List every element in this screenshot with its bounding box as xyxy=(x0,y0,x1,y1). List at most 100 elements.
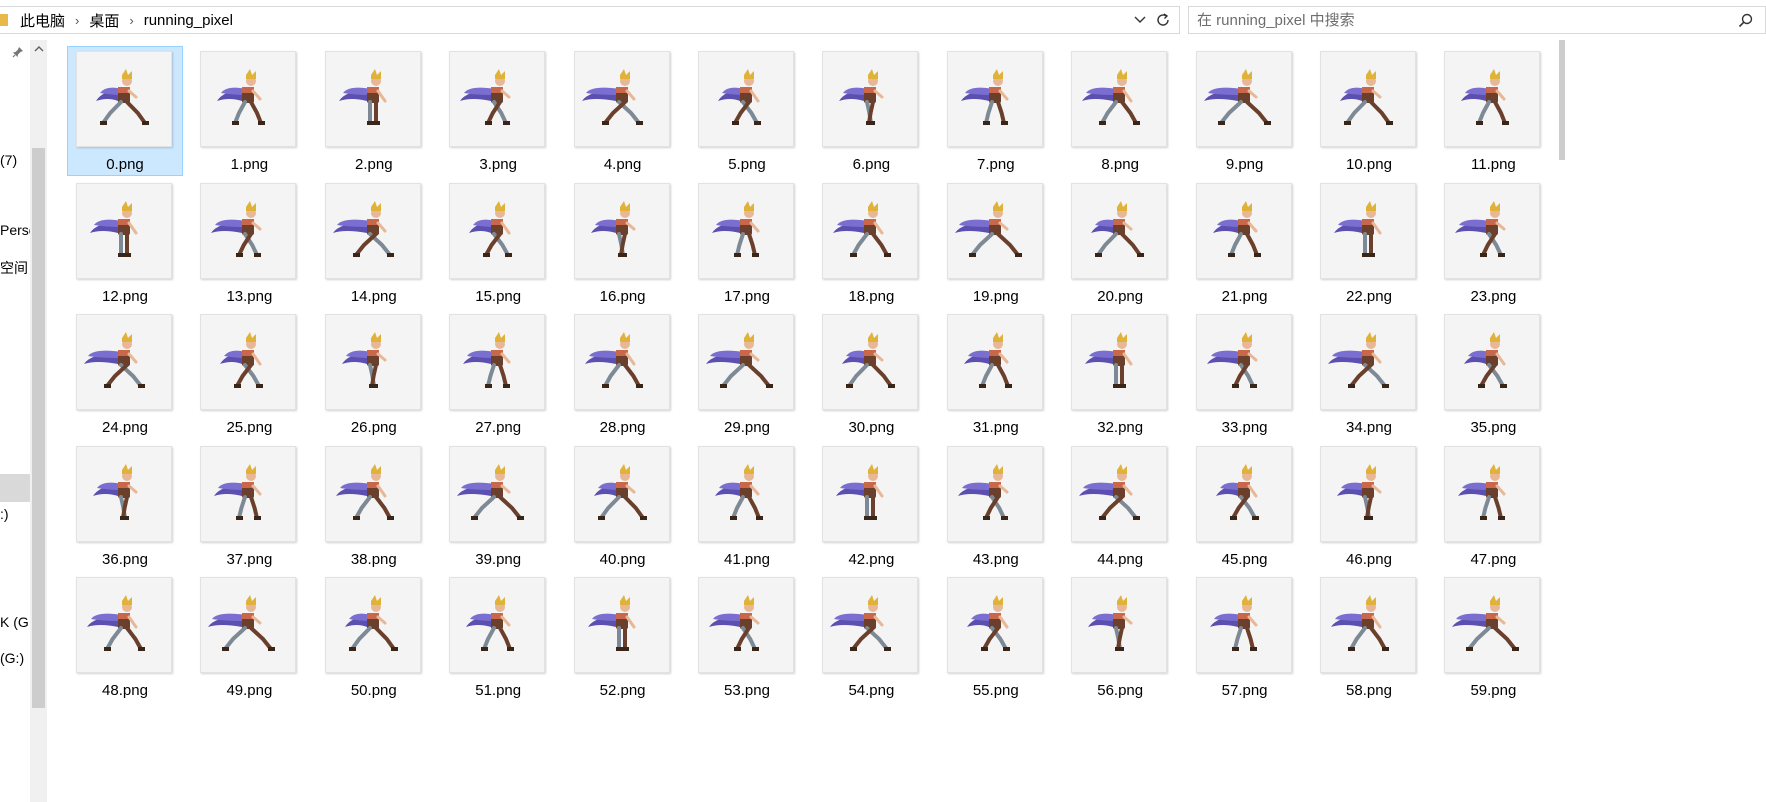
file-thumbnail[interactable] xyxy=(946,314,1043,410)
file-item[interactable]: 16.png xyxy=(565,178,681,308)
file-thumbnail[interactable] xyxy=(449,577,546,673)
nav-item[interactable]: K (G:) xyxy=(0,614,30,630)
file-thumbnail[interactable] xyxy=(324,182,421,279)
file-item[interactable]: 20.png xyxy=(1062,178,1178,308)
file-item[interactable]: 10.png xyxy=(1311,46,1427,176)
file-item[interactable]: 39.png xyxy=(440,441,556,571)
file-thumbnail[interactable] xyxy=(1320,51,1416,147)
file-item[interactable]: 7.png xyxy=(938,46,1054,176)
file-item[interactable]: 14.png xyxy=(316,178,432,308)
file-item[interactable]: 56.png xyxy=(1062,572,1178,702)
file-thumbnail[interactable] xyxy=(324,577,421,673)
file-item[interactable]: 12.png xyxy=(67,178,183,308)
nav-scroll-thumb[interactable] xyxy=(32,148,45,708)
file-item[interactable]: 44.png xyxy=(1062,441,1178,571)
file-item[interactable]: 29.png xyxy=(689,309,805,439)
nav-selected-item[interactable] xyxy=(0,474,30,502)
file-thumbnail[interactable] xyxy=(573,182,670,279)
file-thumbnail[interactable] xyxy=(449,51,546,147)
file-thumbnail[interactable] xyxy=(822,445,919,542)
file-thumbnail[interactable] xyxy=(200,445,297,542)
nav-item[interactable]: (G:) xyxy=(0,650,24,666)
file-thumbnail[interactable] xyxy=(1444,314,1541,410)
file-item[interactable]: 58.png xyxy=(1311,572,1427,702)
file-thumbnail[interactable] xyxy=(822,577,919,673)
file-thumbnail[interactable] xyxy=(76,51,172,147)
file-item[interactable]: 4.png xyxy=(565,46,681,176)
file-item[interactable]: 37.png xyxy=(191,441,307,571)
nav-item[interactable]: :) xyxy=(0,506,9,522)
file-item[interactable]: 27.png xyxy=(440,309,556,439)
file-thumbnail[interactable] xyxy=(449,182,546,279)
file-item[interactable]: 23.png xyxy=(1435,178,1551,308)
file-item[interactable]: 59.png xyxy=(1435,572,1551,702)
file-thumbnail[interactable] xyxy=(1320,314,1416,410)
file-item[interactable]: 54.png xyxy=(813,572,929,702)
file-item[interactable]: 25.png xyxy=(191,309,307,439)
file-thumbnail[interactable] xyxy=(822,314,919,410)
file-thumbnail[interactable] xyxy=(1071,445,1168,542)
file-item[interactable]: 22.png xyxy=(1311,178,1427,308)
file-thumbnail[interactable] xyxy=(698,314,794,410)
file-item[interactable]: 57.png xyxy=(1187,572,1303,702)
file-thumbnail[interactable] xyxy=(1195,182,1292,279)
file-thumbnail[interactable] xyxy=(698,182,794,279)
file-thumbnail[interactable] xyxy=(200,577,297,673)
file-thumbnail[interactable] xyxy=(1071,182,1168,279)
file-thumbnail[interactable] xyxy=(822,182,919,279)
file-thumbnail[interactable] xyxy=(1195,51,1292,147)
content-scroll-thumb[interactable] xyxy=(1559,40,1565,160)
file-thumbnail[interactable] xyxy=(1444,182,1541,279)
file-thumbnail[interactable] xyxy=(324,314,421,410)
nav-item[interactable]: (7) xyxy=(0,152,17,168)
file-item[interactable]: 35.png xyxy=(1435,309,1551,439)
file-item[interactable]: 45.png xyxy=(1187,441,1303,571)
search-input[interactable] xyxy=(1189,7,1735,33)
file-item[interactable]: 49.png xyxy=(191,572,307,702)
breadcrumb-this-pc[interactable]: 此电脑 xyxy=(16,10,69,31)
file-item[interactable]: 47.png xyxy=(1435,441,1551,571)
file-thumbnail[interactable] xyxy=(449,314,546,410)
file-thumbnail[interactable] xyxy=(1071,577,1168,673)
file-thumbnail[interactable] xyxy=(1195,314,1292,410)
file-thumbnail[interactable] xyxy=(573,445,670,542)
nav-scrollbar[interactable] xyxy=(30,40,47,802)
file-item[interactable]: 55.png xyxy=(938,572,1054,702)
file-item[interactable]: 28.png xyxy=(565,309,681,439)
address-bar[interactable]: 此电脑 › 桌面 › running_pixel xyxy=(0,6,1180,34)
file-item[interactable]: 17.png xyxy=(689,178,805,308)
file-thumbnail[interactable] xyxy=(324,445,421,542)
file-thumbnail[interactable] xyxy=(1195,577,1292,673)
file-thumbnail[interactable] xyxy=(946,577,1043,673)
file-item[interactable]: 18.png xyxy=(813,178,929,308)
file-thumbnail[interactable] xyxy=(573,577,670,673)
file-thumbnail[interactable] xyxy=(76,577,172,673)
chevron-right-icon[interactable]: › xyxy=(69,13,85,28)
file-thumbnail[interactable] xyxy=(1444,577,1541,673)
file-item[interactable]: 41.png xyxy=(689,441,805,571)
file-thumbnail[interactable] xyxy=(946,445,1043,542)
file-thumbnail[interactable] xyxy=(946,51,1043,147)
file-item[interactable]: 46.png xyxy=(1311,441,1427,571)
file-thumbnail[interactable] xyxy=(573,314,670,410)
file-item[interactable]: 40.png xyxy=(565,441,681,571)
file-item[interactable]: 6.png xyxy=(813,46,929,176)
nav-item[interactable]: 空间 xyxy=(0,258,28,278)
file-thumbnail[interactable] xyxy=(698,445,794,542)
breadcrumb-running-pixel[interactable]: running_pixel xyxy=(140,12,237,29)
file-thumbnail[interactable] xyxy=(573,51,670,147)
file-thumbnail[interactable] xyxy=(1320,577,1416,673)
search-box[interactable] xyxy=(1188,6,1766,34)
file-item[interactable]: 11.png xyxy=(1435,46,1551,176)
file-item[interactable]: 32.png xyxy=(1062,309,1178,439)
chevron-up-icon[interactable] xyxy=(30,40,47,57)
nav-item[interactable]: Perso xyxy=(0,222,30,238)
file-item[interactable]: 43.png xyxy=(938,441,1054,571)
file-thumbnail[interactable] xyxy=(76,314,172,410)
file-item[interactable]: 51.png xyxy=(440,572,556,702)
file-item[interactable]: 19.png xyxy=(938,178,1054,308)
file-item[interactable]: 21.png xyxy=(1187,178,1303,308)
file-thumbnail[interactable] xyxy=(1195,445,1292,542)
chevron-right-icon[interactable]: › xyxy=(123,13,139,28)
search-icon[interactable] xyxy=(1735,13,1755,28)
